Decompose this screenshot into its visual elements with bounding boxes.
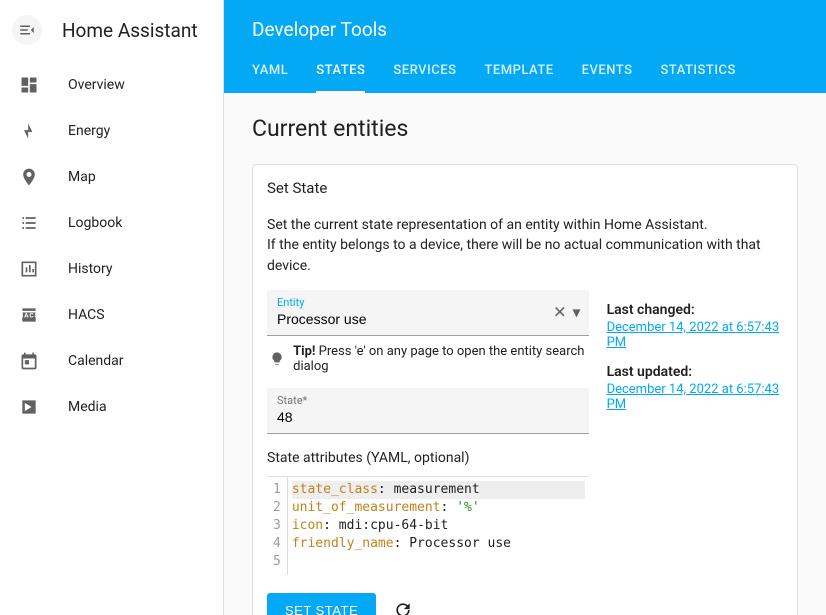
- list-icon: [18, 212, 40, 234]
- set-state-button[interactable]: SET STATE: [267, 593, 376, 615]
- state-field[interactable]: State*: [267, 388, 589, 434]
- menu-collapse-icon: [18, 21, 36, 39]
- tip-strong: Tip!: [293, 344, 315, 359]
- state-field-label: State*: [277, 394, 579, 407]
- play-box-icon: [18, 396, 40, 418]
- sidebar-item-label: Media: [68, 399, 107, 415]
- lightning-icon: [18, 120, 40, 142]
- sidebar-header: Home Assistant: [0, 0, 223, 60]
- calendar-icon: [18, 350, 40, 372]
- sidebar-item-history[interactable]: History: [0, 246, 223, 292]
- set-state-card: Set State Set the current state represen…: [252, 164, 798, 615]
- map-marker-icon: [18, 166, 40, 188]
- yaml-code[interactable]: state_class: measurement unit_of_measure…: [288, 477, 589, 575]
- attributes-label: State attributes (YAML, optional): [267, 450, 589, 466]
- dashboard-icon: [18, 74, 40, 96]
- last-updated-label: Last updated:: [607, 364, 783, 380]
- sidebar-item-label: Calendar: [68, 353, 124, 369]
- last-changed-label: Last changed:: [607, 302, 783, 318]
- sidebar-item-label: Logbook: [68, 215, 122, 231]
- chart-bar-icon: [18, 258, 40, 280]
- svg-text:HACS: HACS: [19, 312, 39, 320]
- sidebar: Home Assistant Overview Energy Map Logbo…: [0, 0, 224, 615]
- tab-bar: YAML STATES SERVICES TEMPLATE EVENTS STA…: [252, 63, 798, 93]
- sidebar-item-label: Energy: [68, 123, 110, 139]
- last-updated-link[interactable]: December 14, 2022 at 6:57:43 PM: [607, 382, 783, 412]
- card-description-line: If the entity belongs to a device, there…: [267, 235, 783, 276]
- clear-icon[interactable]: ✕: [553, 303, 566, 322]
- sidebar-item-label: Overview: [68, 77, 125, 93]
- last-changed-link[interactable]: December 14, 2022 at 6:57:43 PM: [607, 320, 783, 350]
- page-title: Current entities: [252, 115, 798, 142]
- state-input[interactable]: [277, 407, 579, 427]
- tab-states[interactable]: STATES: [316, 63, 365, 93]
- refresh-button[interactable]: [392, 599, 414, 615]
- main-content: Developer Tools YAML STATES SERVICES TEM…: [224, 0, 826, 615]
- tip-row: Tip! Press 'e' on any page to open the e…: [269, 344, 589, 374]
- hacs-icon: HACS: [18, 304, 40, 326]
- page-header-title: Developer Tools: [252, 18, 798, 41]
- sidebar-item-map[interactable]: Map: [0, 154, 223, 200]
- yaml-editor[interactable]: 12345 state_class: measurement unit_of_m…: [267, 476, 589, 575]
- sidebar-item-label: Map: [68, 169, 96, 185]
- entity-field-label: Entity: [277, 296, 579, 309]
- sidebar-item-calendar[interactable]: Calendar: [0, 338, 223, 384]
- tip-body: Press 'e' on any page to open the entity…: [293, 344, 584, 374]
- line-gutter: 12345: [267, 477, 288, 575]
- sidebar-item-label: History: [68, 261, 113, 277]
- card-title: Set State: [267, 179, 783, 197]
- menu-toggle-button[interactable]: [12, 15, 42, 45]
- card-description-line: Set the current state representation of …: [267, 215, 783, 235]
- entity-field[interactable]: Entity ✕ ▾: [267, 290, 589, 336]
- tab-template[interactable]: TEMPLATE: [484, 63, 553, 93]
- sidebar-item-logbook[interactable]: Logbook: [0, 200, 223, 246]
- tab-statistics[interactable]: STATISTICS: [660, 63, 735, 93]
- content-area: Current entities Set State Set the curre…: [224, 93, 826, 615]
- lightbulb-icon: [269, 350, 285, 368]
- sidebar-nav: Overview Energy Map Logbook History HACS…: [0, 60, 223, 430]
- topbar: Developer Tools YAML STATES SERVICES TEM…: [224, 0, 826, 93]
- tip-text: Tip! Press 'e' on any page to open the e…: [293, 344, 588, 374]
- dropdown-icon[interactable]: ▾: [573, 303, 581, 322]
- sidebar-item-energy[interactable]: Energy: [0, 108, 223, 154]
- sidebar-item-overview[interactable]: Overview: [0, 62, 223, 108]
- entity-input[interactable]: [277, 309, 579, 329]
- card-description: Set the current state representation of …: [267, 215, 783, 276]
- tab-services[interactable]: SERVICES: [393, 63, 456, 93]
- refresh-icon: [393, 600, 413, 615]
- app-title: Home Assistant: [62, 19, 198, 42]
- tab-events[interactable]: EVENTS: [582, 63, 633, 93]
- sidebar-item-label: HACS: [68, 307, 105, 323]
- sidebar-item-hacs[interactable]: HACS HACS: [0, 292, 223, 338]
- tab-yaml[interactable]: YAML: [252, 63, 288, 93]
- sidebar-item-media[interactable]: Media: [0, 384, 223, 430]
- entity-meta: Last changed: December 14, 2022 at 6:57:…: [607, 290, 783, 426]
